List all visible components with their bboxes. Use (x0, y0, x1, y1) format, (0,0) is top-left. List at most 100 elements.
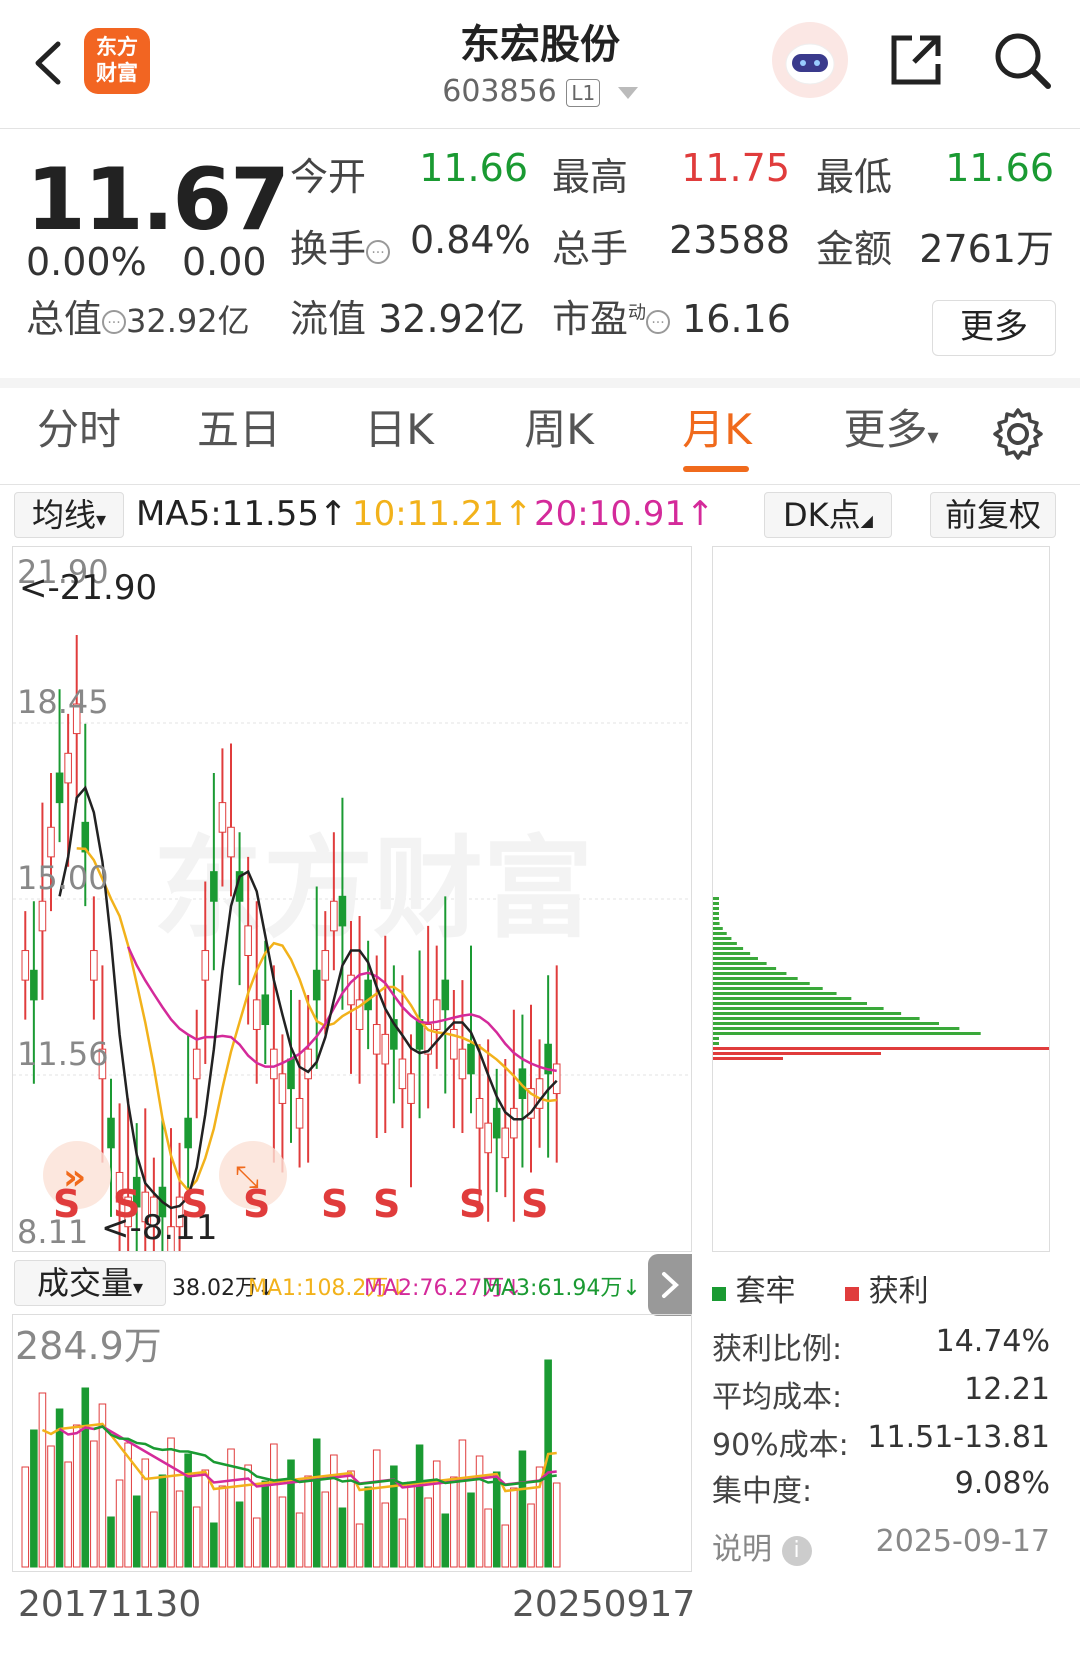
avg-cost-value: 12.21 (964, 1372, 1050, 1407)
explain-link[interactable]: 说明 i (712, 1524, 812, 1568)
ma-selector[interactable]: 均线▾ (14, 492, 124, 538)
volume-bar (372, 1449, 381, 1568)
chip-bar-trapped (713, 977, 798, 980)
volume-bar (492, 1471, 501, 1568)
profit-swatch (845, 1287, 860, 1301)
ma5-value: MA5:11.55↑ (136, 494, 348, 534)
pe-ratio[interactable]: 市盈动 ··· 16.16 (552, 288, 791, 343)
chip-bar-trapped (713, 1012, 902, 1015)
amount-label: 金额 (816, 227, 893, 271)
chip-bar-trapped (713, 942, 737, 945)
period-tabs: 分时 五日 日K 周K 月K 更多▾ (0, 388, 1080, 485)
volume-chart[interactable]: 284.9万 (12, 1314, 692, 1572)
more-button[interactable]: 更多 (932, 300, 1056, 356)
kline-candle (338, 895, 347, 927)
volume-bar (175, 1490, 184, 1568)
volume-bar (347, 1470, 355, 1568)
volume-bar (55, 1408, 64, 1568)
sell-signal: S (373, 1182, 400, 1226)
kline-candle (38, 900, 47, 932)
adjust-selector[interactable]: 前复权 (930, 492, 1056, 538)
volume-bar (132, 1495, 141, 1568)
chip-bar-trapped (713, 912, 719, 915)
change-value: 0.00 (182, 240, 267, 284)
volume-bar (72, 1424, 81, 1568)
kline-candle (381, 1033, 390, 1065)
sell-signal: S (181, 1182, 208, 1226)
chip-bar-trapped (713, 987, 823, 990)
total-mv[interactable]: 总值 ··· 32.92亿 (26, 288, 250, 343)
kline-candle (244, 925, 252, 956)
volume-bar (407, 1481, 415, 1568)
volume-bar (355, 1523, 364, 1568)
kline-candle (441, 979, 450, 1011)
chip-bar-trapped (713, 937, 732, 940)
kline-candle (372, 1024, 381, 1055)
share-icon[interactable] (884, 28, 948, 92)
volume-bar (432, 1460, 441, 1568)
volume-bar (64, 1461, 72, 1568)
volume-label: 总手 (552, 227, 629, 271)
volume-bar (201, 1469, 210, 1568)
kline-candle (30, 969, 38, 1001)
amount-value: 2761万 (919, 227, 1054, 271)
volume-bar (475, 1455, 484, 1568)
volume-bar (364, 1486, 372, 1568)
volume-bar (518, 1450, 527, 1568)
tab-more[interactable]: 更多▾ (826, 388, 956, 484)
info-icon: ··· (646, 309, 671, 334)
chip-bar-trapped (713, 1032, 981, 1035)
kline-chart[interactable]: 东方财富 21.90 18.45 15.00 11.56 8.11 <-21.9… (12, 546, 692, 1252)
open-value: 11.66 (419, 146, 528, 190)
tab-week-k[interactable]: 周K (504, 388, 614, 484)
turnover-label[interactable]: 换手 ··· (290, 218, 391, 273)
volume-bar (81, 1387, 90, 1568)
last-price: 11.67 (26, 150, 290, 250)
gear-icon[interactable] (990, 406, 1046, 462)
kline-candle (330, 900, 338, 932)
kline-candle (47, 826, 55, 858)
search-icon[interactable] (990, 28, 1054, 92)
concentration-value: 9.08% (954, 1466, 1050, 1501)
chip-bar-trapped (713, 1037, 719, 1040)
kline-candle (484, 1122, 492, 1154)
kline-candle (218, 802, 227, 833)
caret-down-icon: ▾ (95, 507, 107, 531)
kline-candle (492, 1107, 501, 1139)
expand-button[interactable] (648, 1254, 692, 1316)
tab-day-k[interactable]: 日K (344, 388, 454, 484)
kline-candle (475, 1097, 484, 1129)
dk-point-selector[interactable]: DK点◢ (764, 492, 892, 538)
chip-bar-trapped (713, 1022, 940, 1025)
assistant-robot-icon[interactable] (772, 22, 848, 98)
volume-bar (321, 1491, 330, 1568)
volume-bar (38, 1392, 47, 1568)
kline-candle (287, 1058, 295, 1090)
high-value: 11.75 (681, 146, 790, 190)
profit-ratio-value: 14.74% (935, 1324, 1050, 1359)
kline-candle (21, 950, 30, 981)
volume-bar (287, 1459, 295, 1568)
tab-intraday[interactable]: 分时 (24, 388, 134, 484)
y-label-3: 15.00 (17, 859, 109, 897)
end-date: 20250917 (512, 1584, 696, 1625)
chip-bar-trapped (713, 927, 723, 930)
volume-bar (398, 1518, 407, 1568)
kline-candle (432, 999, 441, 1030)
chip-bar-trapped (713, 907, 719, 910)
info-icon: i (781, 1535, 812, 1566)
tab-five-day[interactable]: 五日 (184, 388, 294, 484)
kline-candle (295, 1097, 304, 1129)
volume-selector[interactable]: 成交量▾ (14, 1260, 166, 1306)
low-value: 11.66 (945, 146, 1054, 190)
chip-legend: 套牢 获利 (712, 1266, 1012, 1310)
chip-bar-profit (713, 1052, 881, 1055)
volume-bar (450, 1476, 458, 1568)
volume-value: 23588 (669, 218, 790, 262)
sell-signal: S (321, 1182, 348, 1226)
cost-90-value: 11.51-13.81 (867, 1420, 1050, 1455)
ma20-value: 20:10.91↑ (534, 494, 715, 534)
volume-bar (304, 1475, 312, 1568)
sell-signal: S (53, 1182, 80, 1226)
volume-bar (527, 1503, 535, 1568)
